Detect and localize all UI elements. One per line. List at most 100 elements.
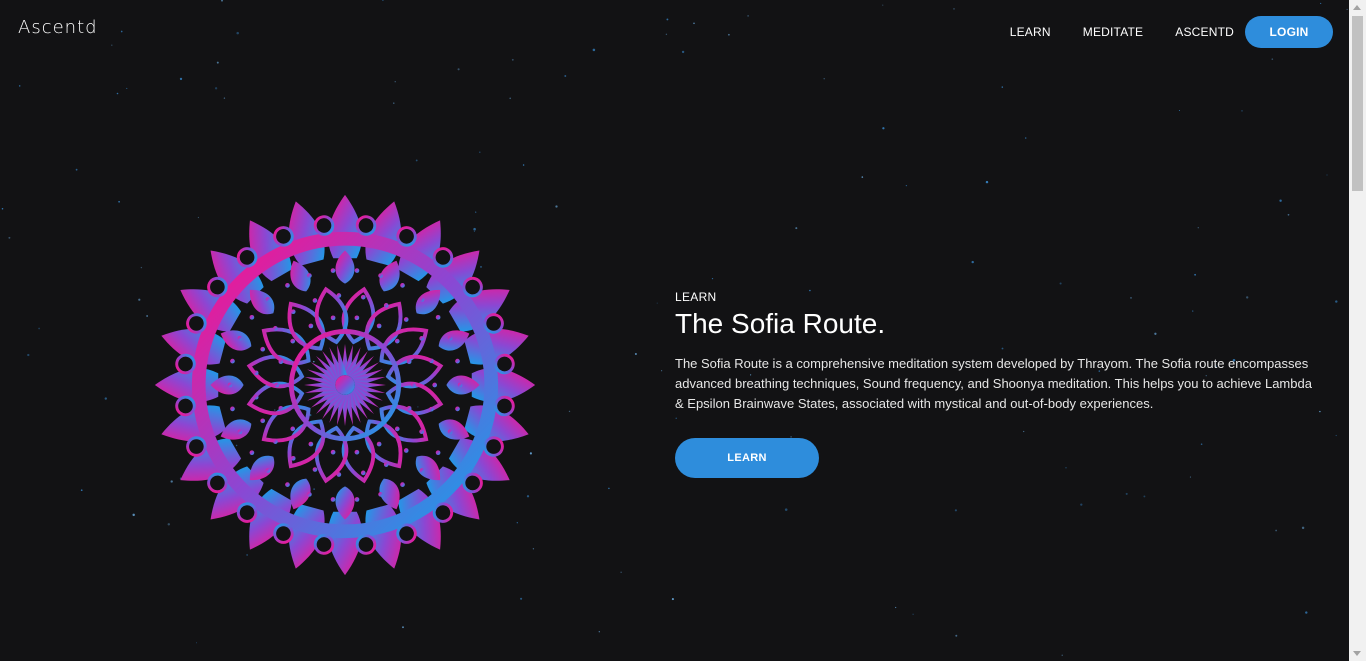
mandala-petal [457,382,463,388]
mandala-petal [265,468,271,473]
star-dot [784,508,788,511]
mandala-petal [237,429,243,435]
mandala-petal [249,314,255,320]
star-dot [1305,611,1308,614]
scrollbar-thumb[interactable] [1352,16,1363,191]
star-dot [555,205,558,208]
mandala-petal [260,418,266,424]
star-dot [1197,227,1200,229]
mandala-petal [237,335,243,341]
star-dot [520,597,523,600]
mandala-petal [432,382,438,388]
mandala-petal [376,323,382,329]
star-dot [394,81,396,83]
mandala-petal [394,426,400,432]
mandala-petal [336,293,342,298]
mandala-petal [354,497,360,502]
mandala-petal [308,323,314,329]
mandala-petal [400,482,405,487]
mandala-petal [308,441,314,447]
star-dot [1001,86,1004,88]
mandala-petal [278,405,284,411]
mandala-petal [447,335,453,341]
star-dot [953,8,955,10]
hero-description: The Sofia Route is a comprehensive medit… [675,356,1312,411]
star-dot [393,102,395,104]
mandala-petal [285,283,290,288]
star-dot [75,168,78,171]
star-dot [711,278,714,280]
logo-text: Ascentd [18,17,98,38]
mandala-petal [253,370,259,376]
star-dot [882,4,884,6]
mandala-petal [419,468,425,473]
hero-content: LEARN The Sofia Route. The Sofia Route i… [675,290,1320,478]
mandala-petal [447,429,453,435]
star-dot [522,164,525,166]
mandala-petal [290,426,296,432]
star-dot [564,75,567,77]
nav-link-learn[interactable]: LEARN [1010,25,1051,39]
star-dot [382,0,384,1]
mandala-petal [494,395,515,417]
mandala-petal [435,314,441,320]
star-dot [118,200,120,203]
star-dot [216,61,219,64]
mandala-petal [249,450,255,456]
star-dot [214,87,218,90]
nav-link-meditate[interactable]: MEDITATE [1083,25,1144,39]
star-dot [592,48,596,52]
star-dot [1326,174,1328,176]
star-dot [1143,495,1146,498]
mandala-petal [383,303,389,308]
star-dot [111,44,113,46]
mandala-petal [455,358,460,364]
mandala-petal [227,382,233,388]
star-dot [954,509,957,512]
star-dot [634,352,637,356]
star-dot [823,78,825,80]
mandala-petal [376,441,382,447]
mandala-petal [175,395,196,417]
mandala-petal [273,326,278,331]
mandala-petal [419,336,424,341]
mandala-petal [273,439,278,444]
mandala-petal [378,273,383,278]
mandala-petal [330,497,336,502]
mandala-petal [253,394,259,400]
mandala-petal [175,353,196,375]
star-dot [1024,137,1027,139]
star-dot [971,260,974,264]
mandala-petal [455,406,460,412]
mandala-petal [278,359,284,365]
mandala-petal [314,286,349,345]
star-dot [661,370,663,372]
star-dot [671,598,674,601]
scroll-down-icon[interactable] [1353,651,1361,656]
star-dot [681,50,685,54]
mandala-petal [290,309,296,315]
mandala-petal [335,375,355,395]
star-dot [195,642,198,644]
star-dot [8,236,11,239]
star-dot [1335,300,1338,303]
star-dot [665,33,668,36]
nav-link-ascentd[interactable]: ASCENTD [1175,25,1234,39]
learn-button[interactable]: LEARN [675,438,819,478]
star-dot [138,298,141,301]
mandala-petal [307,492,312,497]
brand-logo[interactable]: Ascentd [18,17,98,38]
scroll-up-icon[interactable] [1353,5,1361,10]
mandala-petal [383,462,389,467]
star-dot [120,30,123,33]
star-dot [1178,110,1180,111]
vertical-scrollbar[interactable] [1349,0,1366,661]
mandala-petal [378,492,383,497]
star-dot [236,31,239,35]
login-button[interactable]: LOGIN [1245,16,1333,48]
mandala-petal [313,534,335,555]
top-nav: LEARN MEDITATE ASCENTD LOGIN [978,16,1333,48]
mandala-petal [429,358,434,364]
mandala-petal [360,470,366,476]
star-dot [80,489,83,492]
